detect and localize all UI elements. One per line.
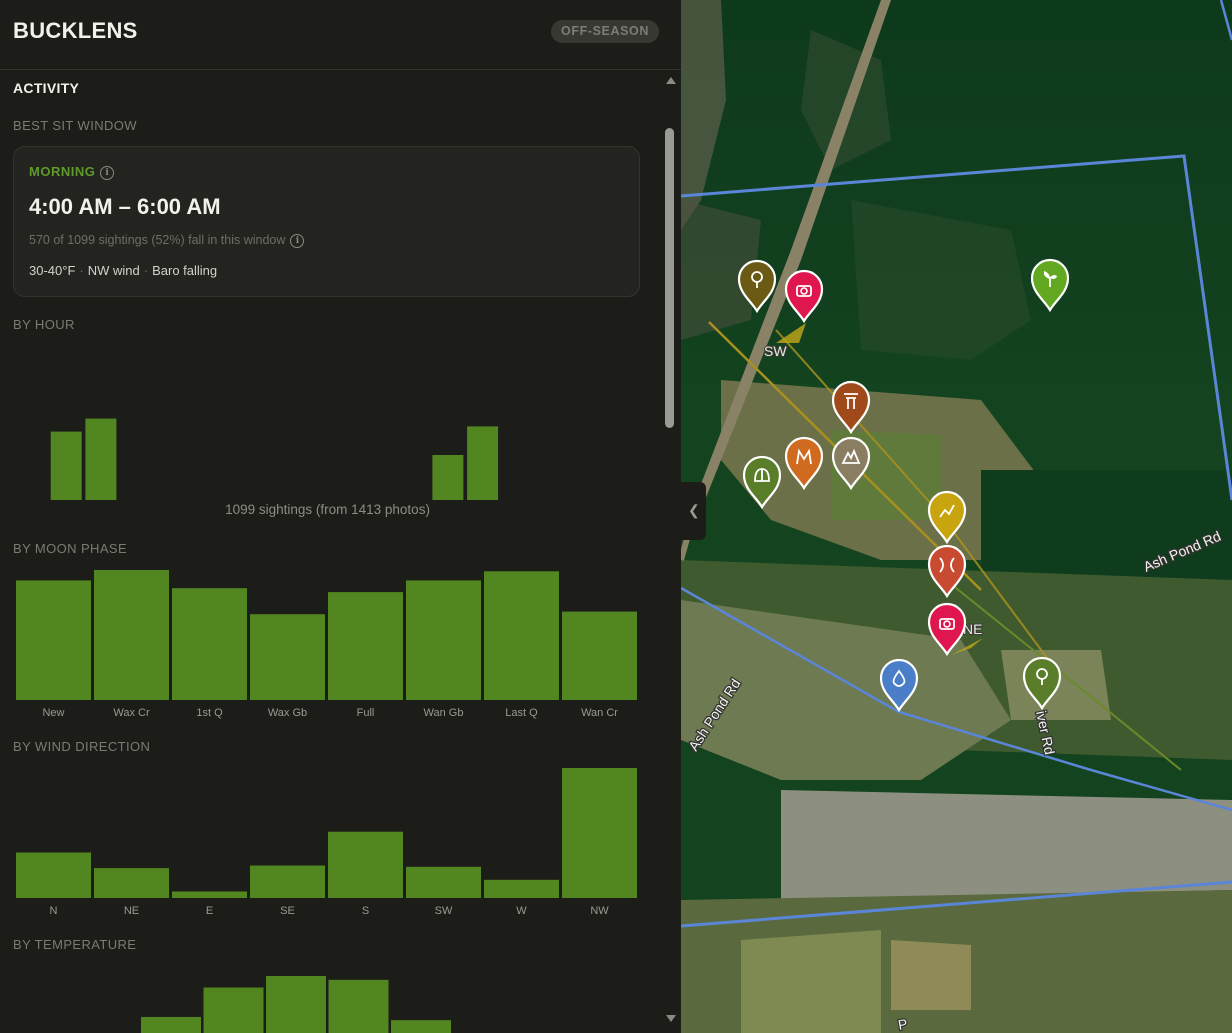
category-bar bbox=[250, 865, 325, 898]
wind-chart: N NE E SE S SW W NW bbox=[16, 768, 637, 917]
category-bar bbox=[94, 570, 169, 700]
category-label: Wan Gb bbox=[424, 707, 464, 719]
category-bar bbox=[406, 580, 481, 700]
category-label: Wan Cr bbox=[581, 707, 618, 719]
sidebar-panel: BUCKLENS OFF-SEASON ACTIVITY BEST SIT WI… bbox=[0, 0, 681, 1033]
moon-chart: New Wax Cr 1st Q Wax Gb Full Wan Gb Last Q Wan … bbox=[16, 570, 637, 719]
temp-bar bbox=[266, 976, 326, 1033]
temp-chart bbox=[141, 976, 451, 1033]
scrollbar[interactable] bbox=[660, 70, 681, 1033]
category-label: S bbox=[362, 905, 369, 917]
season-badge: OFF-SEASON bbox=[551, 20, 659, 43]
collapse-sidebar-button[interactable]: ❮ bbox=[681, 482, 706, 540]
by-temp-label: BY TEMPERATURE bbox=[13, 937, 137, 952]
window-label: MORNING bbox=[29, 164, 96, 179]
temp-bar bbox=[203, 987, 264, 1033]
category-bar bbox=[484, 571, 559, 700]
category-label: N bbox=[50, 905, 58, 917]
separator-dot: · bbox=[143, 263, 149, 278]
window-stat-row: 570 of 1099 sightings (52%) fall in this… bbox=[29, 233, 305, 248]
temp-bar bbox=[391, 1020, 451, 1033]
best-sit-card: MORNING i 4:00 AM – 6:00 AM 570 of 1099 s… bbox=[13, 146, 640, 297]
activity-panel: ACTIVITY BEST SIT WINDOW MORNING i 4:00 A… bbox=[0, 70, 660, 1033]
app-title: BUCKLENS bbox=[13, 18, 138, 43]
category-label: Last Q bbox=[505, 707, 538, 719]
scroll-down-arrow-icon[interactable] bbox=[666, 1015, 676, 1022]
map-view[interactable]: SW NE Ash Pond Rd Ash Pond Rd iver Rd P bbox=[681, 0, 1232, 1033]
window-label-row: MORNING i bbox=[29, 164, 115, 180]
category-label: 1st Q bbox=[196, 707, 223, 719]
category-bar bbox=[328, 831, 403, 898]
sidebar-header: BUCKLENS OFF-SEASON bbox=[0, 0, 681, 70]
activity-title: ACTIVITY bbox=[13, 80, 80, 96]
category-label: Wax Cr bbox=[113, 707, 150, 719]
condition-baro: Baro falling bbox=[152, 263, 218, 278]
category-bar bbox=[406, 866, 481, 898]
satellite-map[interactable]: SW NE Ash Pond Rd Ash Pond Rd iver Rd P bbox=[681, 0, 1232, 1033]
temp-bar bbox=[328, 979, 389, 1033]
scroll-thumb[interactable] bbox=[665, 128, 674, 428]
category-label: NW bbox=[590, 905, 609, 917]
window-stat: 570 of 1099 sightings (52%) fall in this… bbox=[29, 233, 286, 247]
category-bar bbox=[172, 891, 247, 898]
point-label-sw: SW bbox=[764, 343, 787, 359]
scroll-up-arrow-icon[interactable] bbox=[666, 77, 676, 84]
category-bar bbox=[16, 580, 91, 700]
category-label: Full bbox=[357, 707, 375, 719]
category-label: Wax Gb bbox=[268, 707, 307, 719]
category-label: SW bbox=[435, 905, 453, 917]
south-field bbox=[891, 940, 971, 1010]
best-sit-label: BEST SIT WINDOW bbox=[13, 118, 137, 133]
temp-bar bbox=[141, 1016, 201, 1033]
window-time: 4:00 AM – 6:00 AM bbox=[29, 194, 221, 219]
hour-caption: 1099 sightings (from 1413 photos) bbox=[225, 502, 430, 517]
hour-bar bbox=[85, 418, 117, 500]
category-bar bbox=[16, 852, 91, 898]
info-icon[interactable]: i bbox=[100, 165, 115, 180]
category-label: New bbox=[42, 707, 64, 719]
category-label: SE bbox=[280, 905, 295, 917]
info-icon[interactable]: i bbox=[290, 233, 305, 248]
hour-bar bbox=[50, 431, 82, 500]
by-moon-label: BY MOON PHASE bbox=[13, 541, 128, 556]
clearcut bbox=[781, 790, 1232, 900]
category-bar bbox=[562, 768, 637, 898]
category-bar bbox=[94, 868, 169, 898]
condition-temp: 30-40°F bbox=[29, 263, 76, 278]
chevron-left-icon: ❮ bbox=[688, 502, 700, 518]
separator-dot: · bbox=[79, 263, 84, 278]
category-label: W bbox=[516, 905, 527, 917]
south-pasture bbox=[741, 930, 881, 1033]
hour-bar bbox=[467, 426, 499, 500]
category-label: E bbox=[206, 905, 213, 917]
by-wind-label: BY WIND DIRECTION bbox=[13, 739, 151, 754]
category-bar bbox=[250, 614, 325, 700]
by-hour-label: BY HOUR bbox=[13, 317, 75, 332]
category-bar bbox=[562, 611, 637, 700]
category-bar bbox=[172, 588, 247, 700]
hour-bar bbox=[432, 455, 464, 500]
category-bar bbox=[484, 879, 559, 898]
window-conditions: 30-40°F · NW wind · Baro falling bbox=[29, 263, 217, 278]
category-label: NE bbox=[124, 905, 139, 917]
condition-wind: NW wind bbox=[87, 263, 140, 278]
hour-chart: 6am9am12pm3pm6pm9pm bbox=[50, 418, 499, 500]
category-bar bbox=[328, 592, 403, 700]
